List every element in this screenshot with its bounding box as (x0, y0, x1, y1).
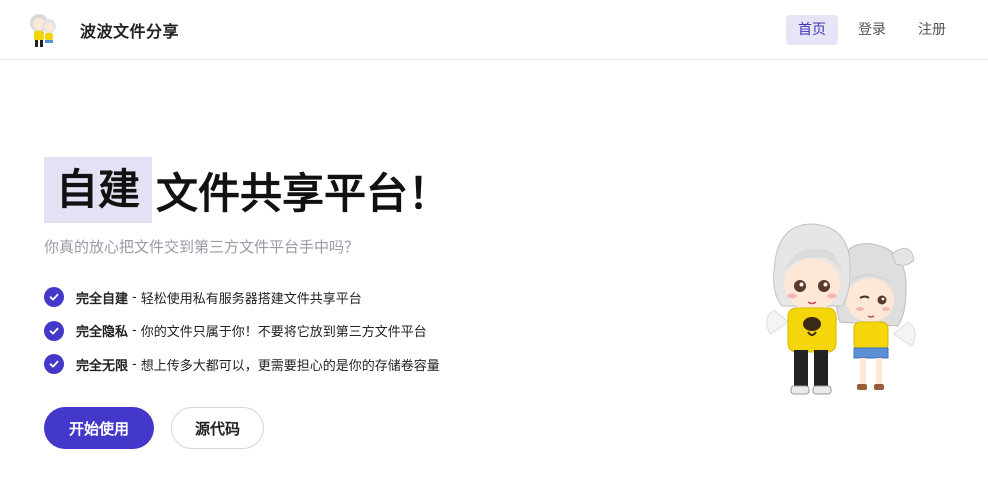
nav-login[interactable]: 登录 (846, 15, 898, 45)
check-circle-icon (44, 287, 64, 307)
hero-title: 自建 文件共享平台！ (44, 157, 450, 223)
check-circle-icon (44, 354, 64, 374)
feature-description: 你的文件只属于你！不要将它放到第三方文件平台 (140, 325, 427, 340)
feature-separator: - (132, 356, 137, 372)
nav-register[interactable]: 注册 (906, 15, 958, 45)
nav-home[interactable]: 首页 (786, 15, 838, 45)
hero-subtitle: 你真的放心把文件交到第三方文件平台手中吗？ (44, 238, 360, 256)
brand-name[interactable]: 波波文件分享 (80, 18, 179, 42)
feature-separator: - (132, 289, 137, 305)
feature-title: 完全自建 (76, 291, 129, 307)
feature-description: 轻松使用私有服务器搭建文件共享平台 (140, 291, 362, 307)
feature-item: 完全隐私 - 你的文件只属于你！不要将它放到第三方文件平台 (44, 320, 440, 341)
check-circle-icon (44, 320, 64, 341)
feature-item: 完全无限 - 想上传多大都可以，更需要担心的是你的存储卷容量 (44, 354, 440, 374)
feature-title: 完全无限 (76, 358, 129, 374)
source-code-button[interactable]: 源代码 (171, 407, 264, 449)
feature-title: 完全隐私 (76, 325, 129, 340)
hero-title-highlight: 自建 (44, 157, 153, 223)
hero-illustration (760, 210, 920, 400)
feature-list: 完全自建 - 轻松使用私有服务器搭建文件共享平台 完全隐私 - 你的文件只属于你… (44, 287, 440, 388)
site-logo[interactable] (28, 10, 58, 50)
hero-title-rest: 文件共享平台！ (156, 168, 451, 218)
feature-description: 想上传多大都可以，更需要担心的是你的存储卷容量 (140, 358, 440, 374)
start-button[interactable]: 开始使用 (44, 407, 154, 449)
feature-separator: - (132, 323, 137, 338)
feature-item: 完全自建 - 轻松使用私有服务器搭建文件共享平台 (44, 287, 440, 307)
top-nav: 首页 登录 注册 (786, 15, 958, 45)
top-header: 波波文件分享 首页 登录 注册 (0, 0, 988, 60)
